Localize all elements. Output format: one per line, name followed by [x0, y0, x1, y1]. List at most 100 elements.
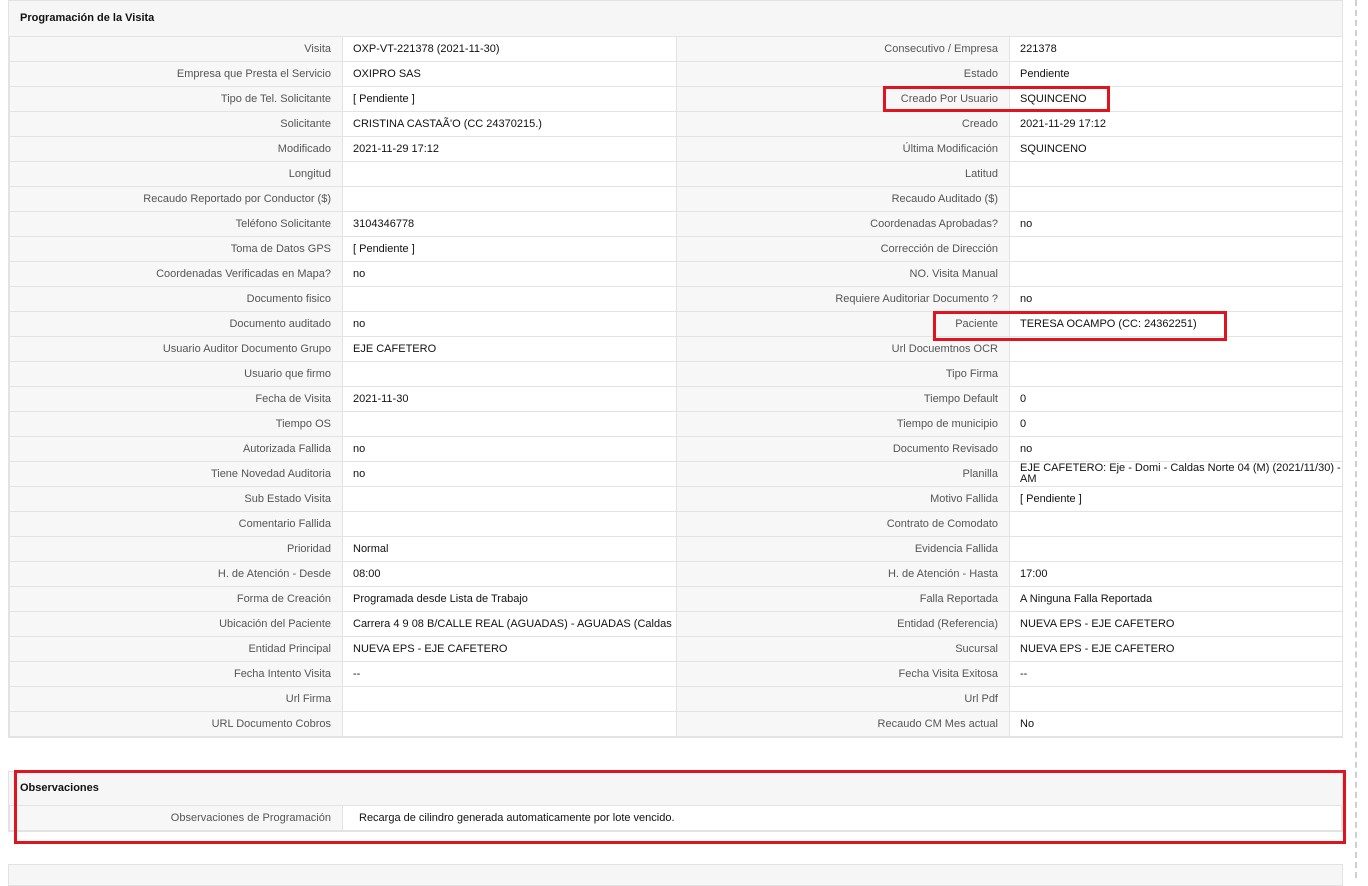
field-value: OXP-VT-221378 (2021-11-30) — [342, 36, 677, 62]
field-label: Creado Por Usuario — [676, 86, 1010, 112]
field-label: Corrección de Dirección — [676, 236, 1010, 262]
field-label: Tiene Novedad Auditoria — [9, 461, 343, 487]
field-value: [ Pendiente ] — [342, 236, 677, 262]
field-label: Creado — [676, 111, 1010, 137]
programacion-row: Visita OXP-VT-221378 (2021-11-30) Consecut… — [9, 36, 1343, 62]
field-label: Latitud — [676, 161, 1010, 187]
field-value: no — [1009, 286, 1343, 312]
field-value: 0 — [1009, 411, 1343, 437]
field-value: no — [342, 261, 677, 287]
programacion-row: Empresa que Presta el Servicio OXIPRO SAS… — [9, 61, 1343, 87]
field-value — [342, 411, 677, 437]
field-value — [342, 686, 677, 712]
field-value: 221378 — [1009, 36, 1343, 62]
field-value: No — [1009, 711, 1343, 737]
field-label: Url Pdf — [676, 686, 1010, 712]
programacion-row: Tiempo OS Tiempo de municipio 0 — [9, 411, 1343, 437]
field-label: Recaudo Reportado por Conductor ($) — [9, 186, 343, 212]
page-edge-divider — [1355, 0, 1357, 878]
programacion-row: Forma de Creación Programada desde Lista … — [9, 586, 1343, 612]
field-label: H. de Atención - Desde — [9, 561, 343, 587]
field-label: Visita — [9, 36, 343, 62]
programacion-row: Teléfono Solicitante 3104346778 Coordenada… — [9, 211, 1343, 237]
field-value — [342, 511, 677, 537]
field-value: Normal — [342, 536, 677, 562]
field-label: Documento Revisado — [676, 436, 1010, 462]
next-panel — [8, 864, 1343, 886]
field-label: Documento fisico — [9, 286, 343, 312]
observaciones-value: Recarga de cilindro generada automaticam… — [342, 805, 1342, 831]
field-label: Entidad (Referencia) — [676, 611, 1010, 637]
field-value — [342, 286, 677, 312]
observaciones-label: Observaciones de Programación — [9, 805, 343, 831]
programacion-row: Autorizada Fallida no Documento Revisado … — [9, 436, 1343, 462]
programacion-row: Usuario Auditor Documento Grupo EJE CAFET… — [9, 336, 1343, 362]
field-label: Entidad Principal — [9, 636, 343, 662]
field-value — [342, 486, 677, 512]
field-label: Consecutivo / Empresa — [676, 36, 1010, 62]
field-label: Forma de Creación — [9, 586, 343, 612]
field-value — [1009, 261, 1343, 287]
field-value — [342, 161, 677, 187]
field-label: Coordenadas Verificadas en Mapa? — [9, 261, 343, 287]
programacion-row: Recaudo Reportado por Conductor ($) Recau… — [9, 186, 1343, 212]
field-value: CRISTINA CASTAÃ'O (CC 24370215.) — [342, 111, 677, 137]
programacion-row: Documento fisico Requiere Auditoriar Docu… — [9, 286, 1343, 312]
field-value: [ Pendiente ] — [1009, 486, 1343, 512]
field-value: no — [1009, 211, 1343, 237]
field-label: Tiempo OS — [9, 411, 343, 437]
field-value: 2021-11-30 — [342, 386, 677, 412]
field-value: TERESA OCAMPO (CC: 24362251) — [1009, 311, 1343, 337]
field-value — [1009, 236, 1343, 262]
programacion-row: Ubicación del Paciente Carrera 4 9 08 B/C… — [9, 611, 1343, 637]
programacion-row: Comentario Fallida Contrato de Comodato — [9, 511, 1343, 537]
field-label: NO. Visita Manual — [676, 261, 1010, 287]
field-label: Sucursal — [676, 636, 1010, 662]
field-label: Recaudo CM Mes actual — [676, 711, 1010, 737]
field-label: Longitud — [9, 161, 343, 187]
field-label: Empresa que Presta el Servicio — [9, 61, 343, 87]
field-label: Evidencia Fallida — [676, 536, 1010, 562]
field-label: Tipo Firma — [676, 361, 1010, 387]
programacion-table: Visita OXP-VT-221378 (2021-11-30) Consecut… — [9, 36, 1343, 737]
field-value: -- — [342, 661, 677, 687]
programacion-row: Coordenadas Verificadas en Mapa? no NO. V… — [9, 261, 1343, 287]
field-label: Teléfono Solicitante — [9, 211, 343, 237]
field-label: Url Docuemtnos OCR — [676, 336, 1010, 362]
field-label: Contrato de Comodato — [676, 511, 1010, 537]
field-value — [1009, 186, 1343, 212]
field-label: Motivo Fallida — [676, 486, 1010, 512]
field-value: no — [342, 311, 677, 337]
field-label: Paciente — [676, 311, 1010, 337]
field-label: Última Modificación — [676, 136, 1010, 162]
field-value — [1009, 161, 1343, 187]
field-label: Requiere Auditoriar Documento ? — [676, 286, 1010, 312]
field-value: Carrera 4 9 08 B/CALLE REAL (AGUADAS) - … — [342, 611, 677, 637]
observaciones-row: Observaciones de Programación Recarga de… — [9, 805, 1342, 831]
programacion-row: Modificado 2021-11-29 17:12 Última Modific… — [9, 136, 1343, 162]
programacion-row: Tiene Novedad Auditoria no Planilla EJE CA… — [9, 461, 1343, 487]
field-value — [342, 186, 677, 212]
field-value — [1009, 511, 1343, 537]
observaciones-panel: Observaciones Observaciones de Programac… — [8, 771, 1343, 832]
field-label: Fecha Visita Exitosa — [676, 661, 1010, 687]
programacion-row: Url Firma Url Pdf — [9, 686, 1343, 712]
field-value: NUEVA EPS - EJE CAFETERO — [1009, 636, 1343, 662]
field-label: Modificado — [9, 136, 343, 162]
field-value — [342, 361, 677, 387]
field-value: 2021-11-29 17:12 — [342, 136, 677, 162]
programacion-row: Tipo de Tel. Solicitante[ Pendiente ] Cre… — [9, 86, 1343, 112]
observaciones-table: Observaciones de Programación Recarga de… — [9, 805, 1342, 831]
field-label: Prioridad — [9, 536, 343, 562]
field-label: Tiempo Default — [676, 386, 1010, 412]
programacion-row: Prioridad Normal Evidencia Fallida — [9, 536, 1343, 562]
field-value: A Ninguna Falla Reportada — [1009, 586, 1343, 612]
field-value: EJE CAFETERO: Eje - Domi - Caldas Norte … — [1009, 461, 1343, 487]
field-label: Documento auditado — [9, 311, 343, 337]
programacion-row: H. de Atención - Desde 08:00 H. de Atenció… — [9, 561, 1343, 587]
field-label: Tipo de Tel. Solicitante — [9, 86, 343, 112]
field-label: Solicitante — [9, 111, 343, 137]
field-label: Tiempo de municipio — [676, 411, 1010, 437]
field-value: [ Pendiente ] — [342, 86, 677, 112]
field-value: Programada desde Lista de Trabajo — [342, 586, 677, 612]
